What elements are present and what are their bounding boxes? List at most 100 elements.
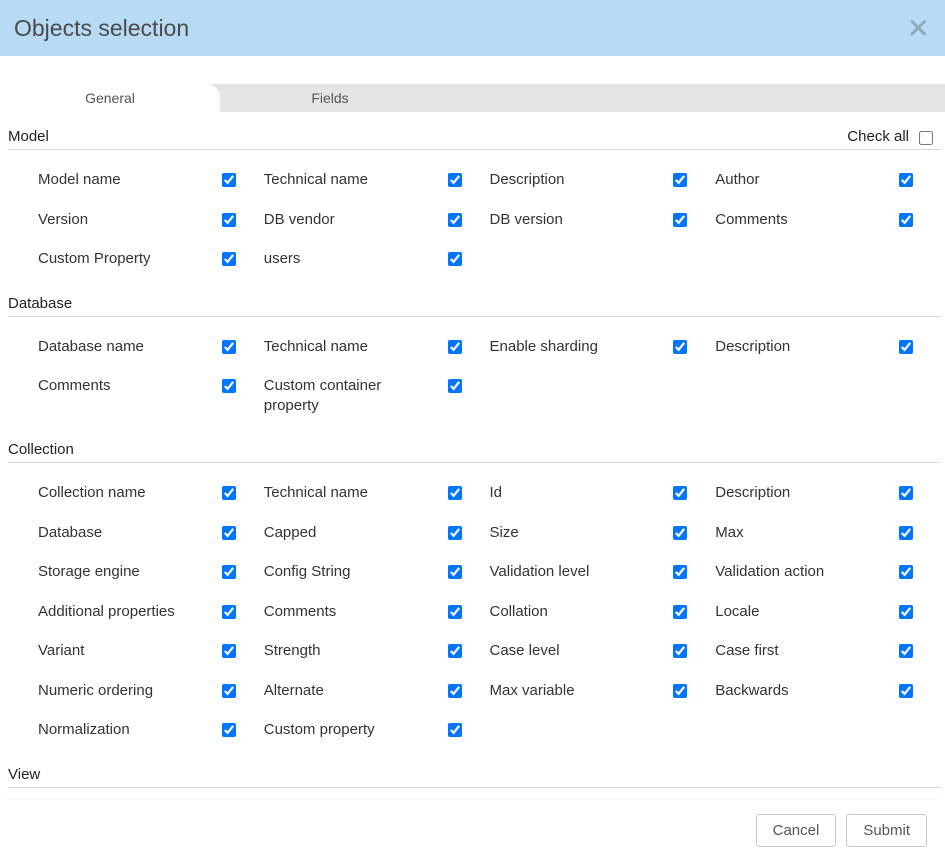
option-item: Custom property xyxy=(264,710,490,750)
option-label: Comments xyxy=(38,376,119,396)
option-checkbox[interactable] xyxy=(899,213,913,227)
option-checkbox[interactable] xyxy=(448,684,462,698)
option-checkbox[interactable] xyxy=(448,340,462,354)
option-checkbox[interactable] xyxy=(673,213,687,227)
option-label: Config String xyxy=(264,562,359,582)
option-item: Capped xyxy=(264,513,490,553)
option-checkbox[interactable] xyxy=(899,605,913,619)
section-grid: Model nameTechnical nameDescriptionAutho… xyxy=(8,150,941,279)
option-item: Alternate xyxy=(264,671,490,711)
option-item: Comments xyxy=(264,592,490,632)
tab-general[interactable]: General xyxy=(0,84,220,112)
option-item: Max xyxy=(715,513,941,553)
option-label: Collation xyxy=(490,602,556,622)
section-header: Database xyxy=(8,289,941,317)
option-item: Technical name xyxy=(264,327,490,367)
option-item: Comments xyxy=(715,200,941,240)
option-checkbox[interactable] xyxy=(222,526,236,540)
option-checkbox[interactable] xyxy=(448,379,462,393)
option-checkbox[interactable] xyxy=(673,173,687,187)
spacer xyxy=(0,56,945,84)
option-checkbox[interactable] xyxy=(448,486,462,500)
option-item: Comments xyxy=(38,366,264,425)
option-checkbox[interactable] xyxy=(448,565,462,579)
option-item: Author xyxy=(715,160,941,200)
option-checkbox[interactable] xyxy=(222,252,236,266)
option-label: Case first xyxy=(715,641,786,661)
option-label: Comments xyxy=(715,210,796,230)
option-checkbox[interactable] xyxy=(899,173,913,187)
option-item: Custom Property xyxy=(38,239,264,279)
submit-button[interactable]: Submit xyxy=(846,814,927,847)
option-checkbox[interactable] xyxy=(222,684,236,698)
dialog-footer: Cancel Submit xyxy=(0,800,945,860)
option-item: Database xyxy=(38,513,264,553)
section-grid: Database nameTechnical nameEnable shardi… xyxy=(8,317,941,426)
option-checkbox[interactable] xyxy=(222,213,236,227)
option-label: Custom Property xyxy=(38,249,159,269)
option-checkbox[interactable] xyxy=(899,684,913,698)
tab-fields[interactable]: Fields xyxy=(220,84,440,112)
option-item: Collation xyxy=(490,592,716,632)
option-checkbox[interactable] xyxy=(222,379,236,393)
option-checkbox[interactable] xyxy=(448,526,462,540)
check-all-checkbox[interactable] xyxy=(919,131,933,145)
section-title: Collection xyxy=(8,441,74,458)
option-checkbox[interactable] xyxy=(899,565,913,579)
option-label: Normalization xyxy=(38,720,138,740)
option-item: DB vendor xyxy=(264,200,490,240)
option-item: Version xyxy=(38,200,264,240)
option-item: Config String xyxy=(264,552,490,592)
option-checkbox[interactable] xyxy=(899,644,913,658)
option-checkbox[interactable] xyxy=(448,252,462,266)
option-checkbox[interactable] xyxy=(222,644,236,658)
option-checkbox[interactable] xyxy=(673,684,687,698)
option-item: DB version xyxy=(490,200,716,240)
option-label: Version xyxy=(38,210,96,230)
option-item: Normalization xyxy=(38,710,264,750)
option-checkbox[interactable] xyxy=(222,565,236,579)
option-checkbox[interactable] xyxy=(222,723,236,737)
option-checkbox[interactable] xyxy=(448,644,462,658)
option-checkbox[interactable] xyxy=(673,526,687,540)
option-item: Backwards xyxy=(715,671,941,711)
option-checkbox[interactable] xyxy=(899,526,913,540)
option-item: Collection name xyxy=(38,473,264,513)
option-checkbox[interactable] xyxy=(899,340,913,354)
option-checkbox[interactable] xyxy=(673,565,687,579)
option-checkbox[interactable] xyxy=(673,644,687,658)
option-checkbox[interactable] xyxy=(448,605,462,619)
option-checkbox[interactable] xyxy=(673,486,687,500)
option-checkbox[interactable] xyxy=(448,213,462,227)
cancel-button[interactable]: Cancel xyxy=(756,814,837,847)
option-label: DB vendor xyxy=(264,210,343,230)
close-icon[interactable]: ✕ xyxy=(907,15,930,43)
option-label: Database name xyxy=(38,337,152,357)
option-label: Numeric ordering xyxy=(38,681,161,701)
option-item: Model name xyxy=(38,160,264,200)
option-label: Locale xyxy=(715,602,767,622)
option-label: Max variable xyxy=(490,681,583,701)
option-item: Database name xyxy=(38,327,264,367)
option-label: Validation action xyxy=(715,562,832,582)
section-header: Collection xyxy=(8,435,941,463)
option-checkbox[interactable] xyxy=(222,486,236,500)
option-label: DB version xyxy=(490,210,571,230)
option-checkbox[interactable] xyxy=(673,340,687,354)
content-scroll-area[interactable]: ModelCheck allModel nameTechnical nameDe… xyxy=(0,112,945,800)
option-checkbox[interactable] xyxy=(222,173,236,187)
option-label: Max xyxy=(715,523,751,543)
option-item: Validation action xyxy=(715,552,941,592)
section-header: ModelCheck all xyxy=(8,122,941,150)
option-checkbox[interactable] xyxy=(899,486,913,500)
objects-selection-dialog: Objects selection ✕ GeneralFields ModelC… xyxy=(0,0,945,860)
option-label: Custom property xyxy=(264,720,383,740)
option-checkbox[interactable] xyxy=(222,605,236,619)
option-item: Description xyxy=(715,473,941,513)
section-header: View xyxy=(8,760,941,788)
option-checkbox[interactable] xyxy=(448,723,462,737)
option-checkbox[interactable] xyxy=(222,340,236,354)
option-label: users xyxy=(264,249,309,269)
option-checkbox[interactable] xyxy=(673,605,687,619)
option-checkbox[interactable] xyxy=(448,173,462,187)
